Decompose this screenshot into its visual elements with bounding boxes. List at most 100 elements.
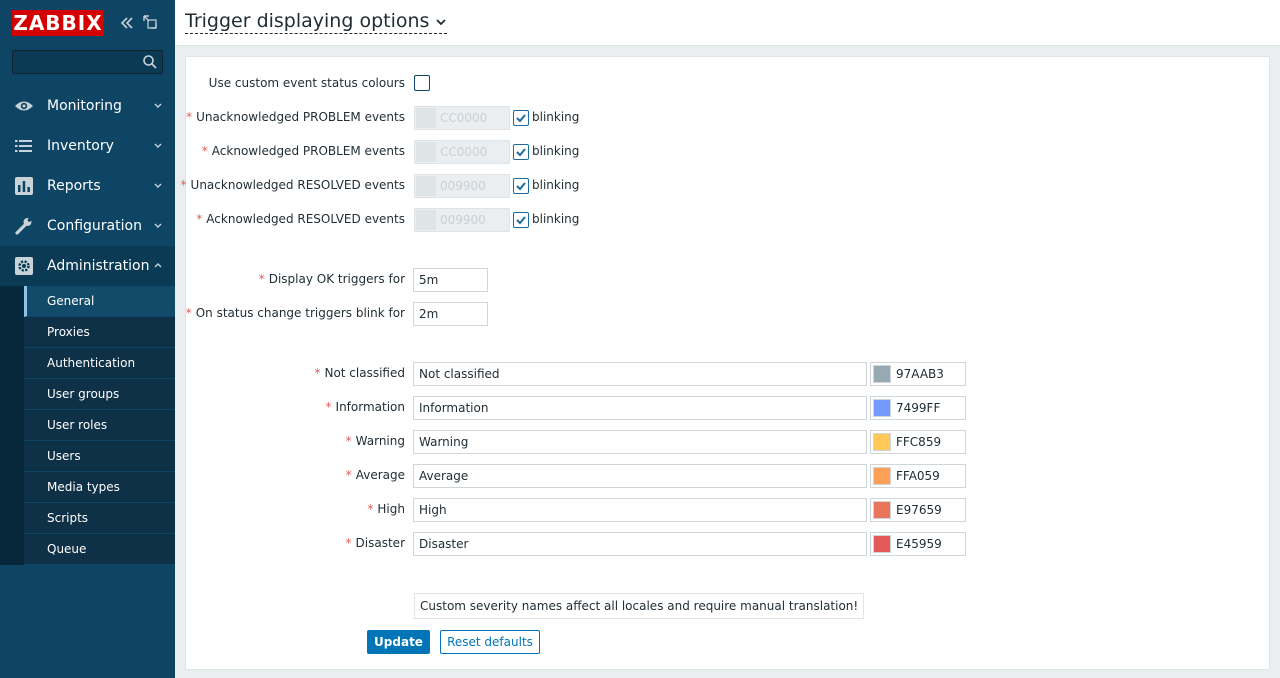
check-icon xyxy=(516,182,526,191)
search-input[interactable] xyxy=(17,53,137,71)
display-ok-input[interactable]: 5m xyxy=(413,268,488,292)
submenu-label: Scripts xyxy=(47,511,89,525)
page-title-dropdown[interactable]: Trigger displaying options xyxy=(185,10,448,34)
kiosk-mode-icon[interactable] xyxy=(143,15,157,29)
severity-colour-picker[interactable]: FFC859 xyxy=(870,430,966,454)
blink-period-input[interactable]: 2m xyxy=(413,302,488,326)
severity-label: * Information xyxy=(325,400,405,414)
blinking-label: blinking xyxy=(532,212,580,226)
search-icon[interactable] xyxy=(142,54,158,70)
menu-item-configuration[interactable]: Configuration xyxy=(0,206,175,246)
page-header: Trigger displaying options xyxy=(175,0,1280,46)
colour-code: CC0000 xyxy=(440,111,488,125)
blinking-checkbox[interactable] xyxy=(513,144,529,160)
submenu-item-users[interactable]: Users xyxy=(24,441,175,472)
submenu-label: User groups xyxy=(47,387,120,401)
colour-code: 009900 xyxy=(440,213,486,227)
menu-item-monitoring[interactable]: Monitoring xyxy=(0,86,175,126)
logo-row: ZABBIX xyxy=(0,0,175,46)
submenu-item-scripts[interactable]: Scripts xyxy=(24,503,175,534)
update-button[interactable]: Update xyxy=(367,630,430,654)
submenu-item-queue[interactable]: Queue xyxy=(24,534,175,565)
sidebar: ZABBIX Monitoring Inventory Reports Conf… xyxy=(0,0,175,678)
check-icon xyxy=(516,148,526,157)
submenu-item-user-roles[interactable]: User roles xyxy=(24,410,175,441)
submenu-item-media-types[interactable]: Media types xyxy=(24,472,175,503)
severity-row: * Disaster Disaster E45959 xyxy=(186,532,1271,556)
submenu-label: Users xyxy=(47,449,81,463)
submenu-label: Queue xyxy=(47,542,87,556)
reset-defaults-button[interactable]: Reset defaults xyxy=(440,630,540,654)
severity-colour-picker[interactable]: FFA059 xyxy=(870,464,966,488)
blinking-checkbox[interactable] xyxy=(513,110,529,126)
administration-submenu: General Proxies Authentication User grou… xyxy=(0,286,175,565)
severity-name-input[interactable]: High xyxy=(413,498,867,522)
severity-name-input[interactable]: Warning xyxy=(413,430,867,454)
colour-code: FFC859 xyxy=(896,435,942,449)
colour-code: 97AAB3 xyxy=(896,367,944,381)
severity-row: * Not classified Not classified 97AAB3 xyxy=(186,362,1271,386)
blinking-checkbox[interactable] xyxy=(513,178,529,194)
severity-label: * Disaster xyxy=(345,536,405,550)
event-colour-picker: CC0000 xyxy=(414,140,510,164)
custom-colours-label: Use custom event status colours xyxy=(208,76,405,90)
custom-colours-row: Use custom event status colours xyxy=(186,72,1271,96)
bar-chart-icon xyxy=(14,177,34,195)
colour-swatch xyxy=(873,399,891,417)
page-title: Trigger displaying options xyxy=(185,10,430,32)
severity-colour-picker[interactable]: E45959 xyxy=(870,532,966,556)
menu-item-inventory[interactable]: Inventory xyxy=(0,126,175,166)
severity-name-input[interactable]: Average xyxy=(413,464,867,488)
submenu-item-user-groups[interactable]: User groups xyxy=(24,379,175,410)
severity-row: * Information Information 7499FF xyxy=(186,396,1271,420)
colour-swatch xyxy=(416,210,436,230)
event-colour-label: * Acknowledged RESOLVED events xyxy=(196,212,405,226)
main-menu: Monitoring Inventory Reports Configurati… xyxy=(0,86,175,565)
severity-label: * High xyxy=(367,502,405,516)
menu-item-reports[interactable]: Reports xyxy=(0,166,175,206)
severity-name-input[interactable]: Information xyxy=(413,396,867,420)
severity-colour-picker[interactable]: 97AAB3 xyxy=(870,362,966,386)
severity-name-input[interactable]: Not classified xyxy=(413,362,867,386)
gear-icon xyxy=(14,257,34,275)
event-colour-row: * Acknowledged PROBLEM events CC0000 blin… xyxy=(186,140,1271,164)
zabbix-logo[interactable]: ZABBIX xyxy=(12,10,104,36)
wrench-icon xyxy=(14,217,34,235)
collapse-sidebar-icon[interactable] xyxy=(118,14,136,32)
menu-label: Monitoring xyxy=(47,98,122,114)
colour-swatch xyxy=(873,365,891,383)
colour-code: E45959 xyxy=(896,537,942,551)
submenu-label: User roles xyxy=(47,418,108,432)
event-colour-label: * Unacknowledged RESOLVED events xyxy=(180,178,405,192)
severity-colour-picker[interactable]: E97659 xyxy=(870,498,966,522)
blinking-checkbox[interactable] xyxy=(513,212,529,228)
custom-colours-checkbox[interactable] xyxy=(414,75,430,91)
chevron-down-icon xyxy=(153,140,163,150)
eye-icon xyxy=(14,97,34,115)
form-panel: Use custom event status colours * Unackno… xyxy=(181,56,1271,670)
menu-item-administration[interactable]: Administration xyxy=(0,246,175,286)
list-icon xyxy=(14,137,34,155)
submenu-item-proxies[interactable]: Proxies xyxy=(24,317,175,348)
submenu-label: Media types xyxy=(47,480,120,494)
check-icon xyxy=(516,216,526,225)
menu-label: Configuration xyxy=(47,218,142,234)
colour-swatch xyxy=(873,467,891,485)
event-colour-picker: 009900 xyxy=(414,208,510,232)
colour-swatch xyxy=(416,176,436,196)
colour-swatch xyxy=(416,142,436,162)
chevron-down-icon xyxy=(153,180,163,190)
colour-code: FFA059 xyxy=(896,469,940,483)
event-colour-row: * Unacknowledged RESOLVED events 009900 b… xyxy=(181,174,1271,198)
check-icon xyxy=(516,114,526,123)
colour-code: 7499FF xyxy=(896,401,941,415)
colour-code: CC0000 xyxy=(440,145,488,159)
severity-colour-picker[interactable]: 7499FF xyxy=(870,396,966,420)
colour-code: E97659 xyxy=(896,503,942,517)
blinking-label: blinking xyxy=(532,110,580,124)
menu-label: Administration xyxy=(47,258,150,274)
submenu-item-general[interactable]: General xyxy=(24,286,175,317)
translation-notice: Custom severity names affect all locales… xyxy=(414,593,865,619)
submenu-item-authentication[interactable]: Authentication xyxy=(24,348,175,379)
severity-name-input[interactable]: Disaster xyxy=(413,532,867,556)
